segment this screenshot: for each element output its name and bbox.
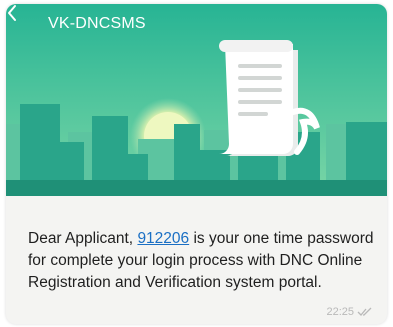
message-card: VK-DNCSMS Dear Applicant, 912206 is your… (6, 4, 387, 324)
message-status: 22:25 (326, 306, 373, 318)
chevron-left-icon (8, 5, 16, 21)
message-time: 22:25 (326, 306, 354, 318)
back-button[interactable] (8, 5, 48, 41)
double-check-icon (357, 307, 372, 316)
conversation-header: VK-DNCSMS (6, 4, 387, 44)
sender-name: VK-DNCSMS (48, 15, 146, 32)
message-text: Dear Applicant, 912206 is your one time … (28, 228, 378, 294)
otp-code-link[interactable]: 912206 (137, 230, 189, 247)
banner-illustration: VK-DNCSMS (6, 4, 387, 196)
message-prefix: Dear Applicant, (28, 230, 138, 247)
